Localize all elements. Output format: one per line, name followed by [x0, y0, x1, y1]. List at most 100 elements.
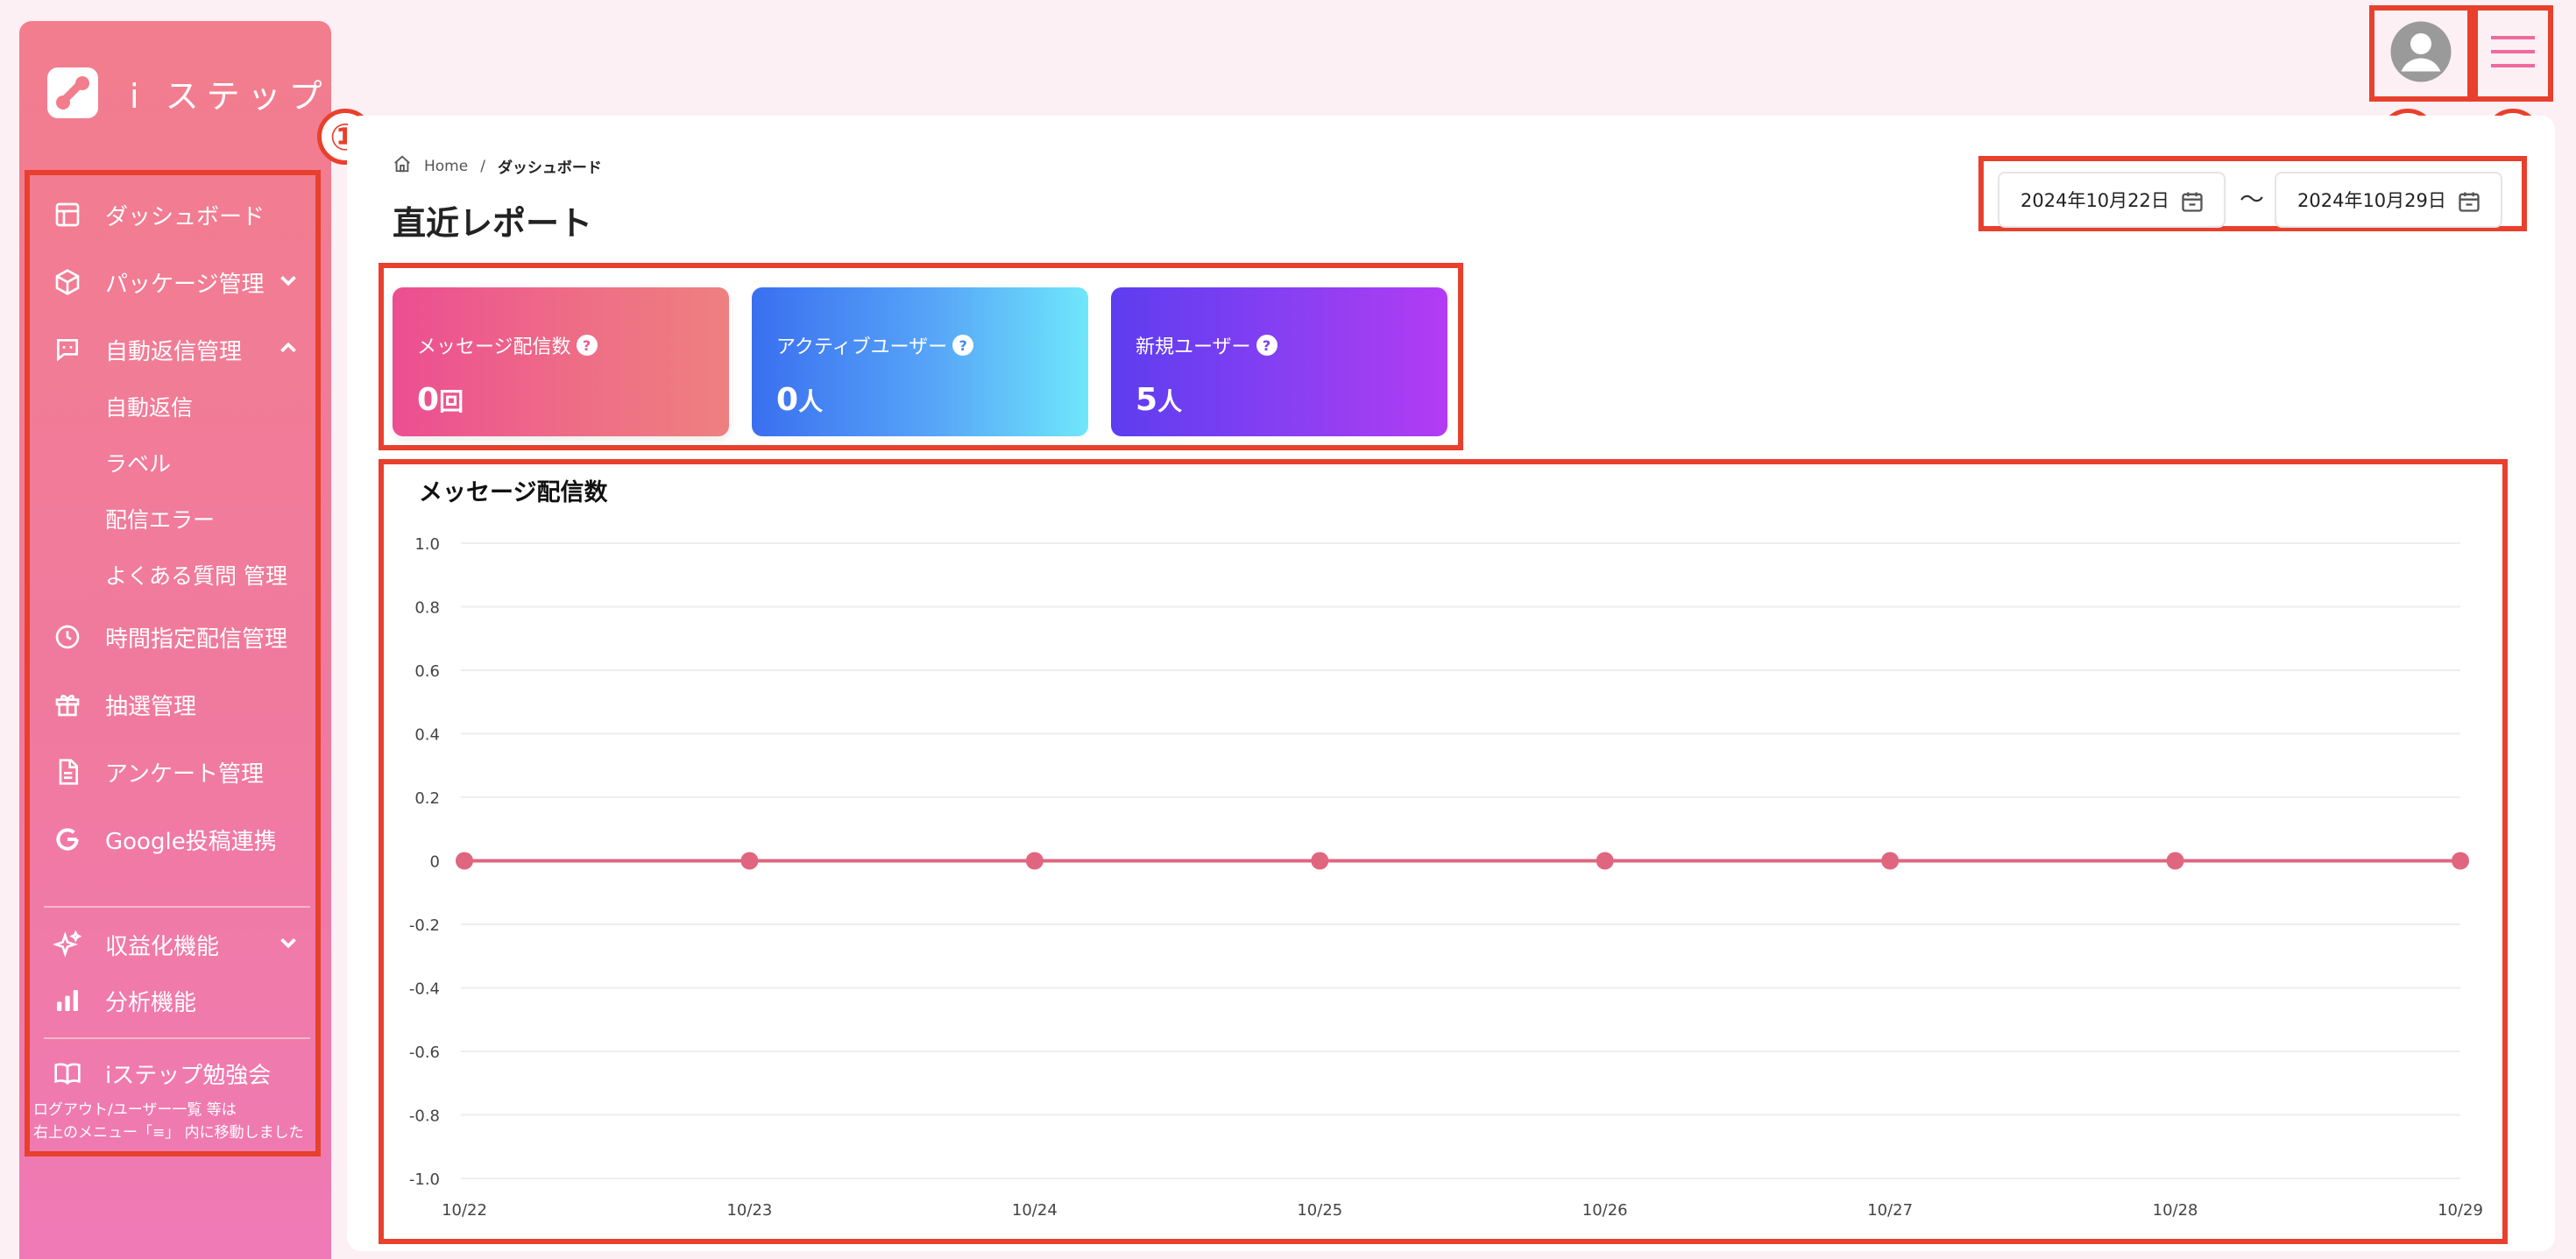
calendar-icon[interactable]: [2457, 189, 2481, 218]
sidebar-subitem-auto-reply[interactable]: 自動返信: [105, 389, 193, 424]
stat-card-new-users: 新規ユーザー? 5人: [1111, 287, 1447, 436]
sidebar-subitem-delivery-error[interactable]: 配信エラー: [105, 501, 215, 536]
message-chart: メッセージ配信数 1.0 0.8 0.6 0.4 0.2 0 -0.2 -0.4 -0.6 -0.…: [379, 459, 2508, 1244]
x-tick-label: 10/22: [442, 1201, 487, 1220]
stat-value: 0: [417, 382, 440, 418]
help-icon[interactable]: ?: [952, 335, 974, 356]
stat-card-active-users: アクティブユーザー? 0人: [752, 287, 1088, 436]
y-tick-label: -0.2: [409, 916, 440, 935]
breadcrumb-home[interactable]: Home: [424, 158, 468, 175]
page-title: 直近レポート: [393, 204, 593, 243]
sidebar-item-label: アンケート管理: [105, 760, 264, 788]
data-point: [1311, 852, 1329, 870]
app-logo[interactable]: i ステップ: [47, 67, 330, 119]
sidebar-item-analytics[interactable]: 分析機能: [53, 979, 307, 1022]
sidebar-subitem-faq[interactable]: よくある質問 管理: [105, 557, 287, 592]
x-tick-label: 10/25: [1297, 1201, 1342, 1220]
sidebar-item-label: iステップ勉強会: [105, 1062, 272, 1089]
sidebar-item-label: 収益化機能: [105, 933, 220, 960]
gift-icon: [53, 690, 82, 719]
x-tick-label: 10/27: [1867, 1201, 1913, 1220]
line-chart: 1.00.80.60.40.20-0.2-0.4-0.6-0.8-1.010/2…: [409, 535, 2483, 1220]
help-icon[interactable]: ?: [1256, 335, 1277, 356]
breadcrumb-separator: /: [480, 157, 485, 175]
sidebar-item-label: 抽選管理: [105, 693, 197, 720]
stat-card-messages: メッセージ配信数? 0回: [393, 287, 729, 436]
y-tick-label: -0.6: [409, 1043, 440, 1062]
chat-icon: [53, 335, 82, 364]
stat-value: 0: [776, 382, 799, 418]
chevron-up-icon[interactable]: [275, 335, 301, 367]
book-icon: [53, 1058, 82, 1088]
sidebar-item-auto-reply[interactable]: 自動返信管理: [53, 328, 307, 371]
date-to-value: 2024年10月29日: [2297, 190, 2446, 211]
stat-unit: 人: [798, 387, 824, 416]
sidebar-item-label: ダッシュボード: [105, 203, 265, 230]
chevron-down-icon[interactable]: [275, 267, 301, 300]
app-name: i ステップ: [130, 76, 330, 116]
stat-label: メッセージ配信数: [417, 336, 571, 358]
bar-chart-icon: [53, 986, 82, 1015]
sidebar-item-dashboard[interactable]: ダッシュボード: [53, 193, 307, 237]
stat-label: アクティブユーザー: [776, 336, 948, 358]
sidebar-item-package[interactable]: パッケージ管理: [53, 260, 307, 304]
stat-unit: 人: [1157, 387, 1183, 416]
sidebar-item-study-group[interactable]: iステップ勉強会: [53, 1051, 307, 1095]
x-tick-label: 10/24: [1012, 1201, 1058, 1220]
hamburger-menu-button[interactable]: [2473, 5, 2553, 102]
user-menu-button[interactable]: [2369, 5, 2473, 102]
avatar-icon: [2389, 20, 2452, 87]
y-tick-label: 0: [430, 853, 440, 872]
y-tick-label: -0.4: [409, 980, 440, 999]
data-point: [1596, 852, 1614, 870]
sidebar-item-scheduled-delivery[interactable]: 時間指定配信管理: [53, 615, 307, 659]
data-point: [740, 852, 759, 870]
sidebar-nav: ダッシュボード パッケージ管理 自動返信管理 自動返信 ラベル 配信エラー よく…: [25, 170, 321, 1156]
sidebar-item-google[interactable]: Google投稿連携: [53, 817, 307, 861]
data-point: [1025, 852, 1044, 870]
sidebar-item-lottery[interactable]: 抽選管理: [53, 683, 307, 726]
x-tick-label: 10/26: [1582, 1201, 1628, 1220]
date-from-input[interactable]: 2024年10月22日: [1998, 172, 2226, 228]
sidebar-item-label: 分析機能: [105, 989, 197, 1016]
notice-line: 右上のメニュー「≡」 内に移動しました: [33, 1124, 304, 1142]
sidebar-subitem-label[interactable]: ラベル: [105, 445, 171, 480]
x-tick-label: 10/28: [2153, 1201, 2198, 1220]
layout-icon: [53, 200, 82, 230]
y-tick-label: 0.8: [414, 599, 440, 618]
sidebar-divider: [44, 1037, 310, 1039]
stat-label: 新規ユーザー: [1136, 336, 1251, 358]
y-tick-label: 0.6: [414, 662, 440, 681]
sidebar-item-label: 時間指定配信管理: [105, 626, 288, 653]
sidebar-notice: ログアウト/ユーザー一覧 等は 右上のメニュー「≡」 内に移動しました: [33, 1099, 314, 1144]
y-tick-label: 0.2: [414, 789, 440, 808]
sidebar: i ステップ ダッシュボード パッケージ管理 自動返信管理 自動返信 ラベル 配…: [19, 21, 331, 1259]
sidebar-item-label: Google投稿連携: [105, 828, 277, 855]
y-tick-label: -0.8: [409, 1107, 440, 1126]
sparkle-icon: [53, 930, 82, 959]
clock-icon: [53, 622, 82, 652]
date-to-input[interactable]: 2024年10月29日: [2275, 172, 2502, 228]
breadcrumb-current: ダッシュボード: [497, 159, 602, 177]
y-tick-label: 0.4: [414, 726, 440, 745]
sidebar-item-monetization[interactable]: 収益化機能: [53, 923, 307, 966]
breadcrumb: Home / ダッシュボード: [393, 154, 602, 178]
document-icon: [53, 757, 82, 787]
x-tick-label: 10/23: [726, 1201, 772, 1220]
stat-unit: 回: [439, 387, 464, 416]
help-icon[interactable]: ?: [576, 335, 598, 356]
notice-line: ログアウト/ユーザー一覧 等は: [33, 1101, 237, 1119]
sidebar-item-survey[interactable]: アンケート管理: [53, 750, 307, 794]
y-tick-label: -1.0: [409, 1171, 440, 1189]
main-content: Home / ダッシュボード 直近レポート 2024年10月22日 〜 2024…: [347, 116, 2555, 1251]
data-point: [456, 852, 473, 870]
date-range-separator: 〜: [2240, 185, 2265, 214]
home-icon[interactable]: [393, 154, 412, 178]
calendar-icon[interactable]: [2180, 189, 2204, 218]
chevron-down-icon[interactable]: [275, 930, 301, 962]
data-point: [1881, 852, 1900, 870]
stat-value: 5: [1136, 382, 1158, 418]
sidebar-item-label: パッケージ管理: [105, 271, 265, 298]
date-range-picker: 2024年10月22日 〜 2024年10月29日: [1978, 156, 2527, 231]
sidebar-item-label: 自動返信管理: [105, 338, 243, 365]
